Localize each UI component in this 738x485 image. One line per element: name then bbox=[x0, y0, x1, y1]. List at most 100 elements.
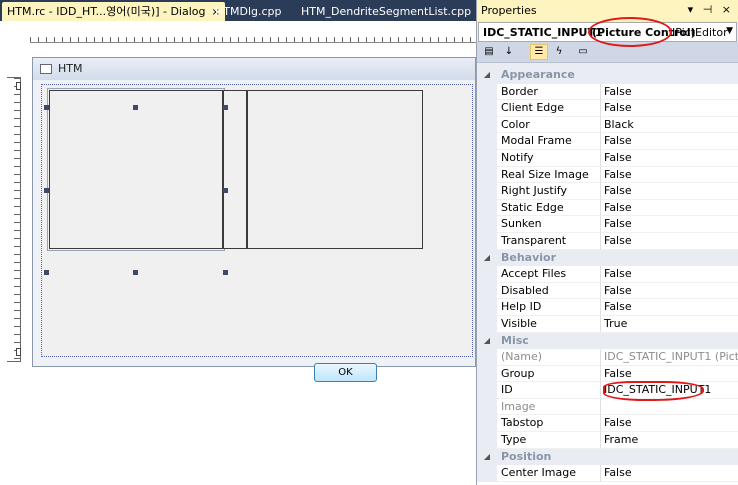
ok-button[interactable]: OK bbox=[314, 363, 377, 382]
property-pages-icon[interactable]: ▭ bbox=[574, 44, 592, 60]
property-value[interactable]: False bbox=[601, 283, 738, 300]
tab-label: HTMDlg.cpp bbox=[215, 5, 282, 18]
property-value[interactable]: False bbox=[601, 299, 738, 316]
property-row[interactable]: Modal Frame False bbox=[477, 133, 738, 150]
property-name: ID bbox=[497, 382, 601, 399]
property-value[interactable]: False bbox=[601, 200, 738, 217]
property-row[interactable]: Type Frame bbox=[477, 432, 738, 449]
tab-htm-dendritesegmentlist-cpp[interactable]: HTM_DendriteSegmentList.cpp bbox=[296, 2, 476, 21]
row-gutter bbox=[477, 216, 497, 233]
property-row[interactable]: Client Edge False bbox=[477, 100, 738, 117]
property-value[interactable]: False bbox=[601, 465, 738, 482]
property-row[interactable]: Sunken False bbox=[477, 216, 738, 233]
property-value[interactable] bbox=[601, 399, 738, 416]
resize-handle[interactable] bbox=[223, 188, 228, 193]
tab-htm-rc-dialog[interactable]: HTM.rc - IDD_HT...영어(미국)] - Dialog × bbox=[2, 2, 225, 21]
object-name: IDC_STATIC_INPUT1 bbox=[483, 26, 603, 39]
property-value[interactable]: False bbox=[601, 233, 738, 250]
resize-handle[interactable] bbox=[44, 188, 49, 193]
property-value[interactable]: False bbox=[601, 415, 738, 433]
dialog-preview[interactable]: HTM OK bbox=[32, 57, 476, 382]
property-value[interactable]: False bbox=[601, 100, 738, 117]
property-name: Disabled bbox=[497, 282, 601, 300]
property-row[interactable]: Disabled False bbox=[477, 282, 738, 300]
property-value[interactable]: False bbox=[601, 167, 738, 184]
property-row[interactable]: Visible True bbox=[477, 315, 738, 333]
ruler-guide-marker[interactable] bbox=[16, 82, 21, 90]
category-label: Position bbox=[501, 449, 552, 463]
property-row[interactable]: (Name)IDC_STATIC_INPUT1 (Picture Control… bbox=[477, 349, 738, 366]
property-row[interactable]: Tabstop False bbox=[477, 415, 738, 433]
tab-htmdlg-cpp[interactable]: HTMDlg.cpp bbox=[210, 2, 287, 21]
collapse-icon[interactable]: ◢ bbox=[477, 249, 497, 267]
collapse-icon[interactable]: ◢ bbox=[477, 67, 497, 84]
chevron-down-icon[interactable]: ▼ bbox=[726, 26, 733, 36]
property-value[interactable]: IDC_STATIC_INPUT1 (Picture Control) bbox=[601, 349, 738, 366]
property-row[interactable]: Help ID False bbox=[477, 299, 738, 316]
tab-label: HTM_DendriteSegmentList.cpp bbox=[301, 5, 472, 18]
property-name: Static Edge bbox=[497, 199, 601, 217]
property-value[interactable]: False bbox=[601, 84, 738, 101]
property-value[interactable]: False bbox=[601, 366, 738, 383]
property-row[interactable]: Color Black bbox=[477, 116, 738, 134]
property-row[interactable]: Transparent False bbox=[477, 232, 738, 250]
properties-title: Properties bbox=[481, 4, 537, 17]
alphabetical-sort-icon[interactable]: ↓ bbox=[500, 44, 518, 60]
resize-handle[interactable] bbox=[44, 105, 49, 110]
resize-handle[interactable] bbox=[223, 270, 228, 275]
ruler-guide-marker[interactable] bbox=[16, 348, 21, 356]
property-row[interactable]: ID IDC_STATIC_INPUT1 bbox=[477, 382, 738, 399]
collapse-icon[interactable]: ◢ bbox=[477, 448, 497, 466]
property-category[interactable]: ◢ Behavior bbox=[477, 249, 738, 267]
categorized-icon[interactable]: ▤ bbox=[480, 44, 498, 60]
properties-view-icon[interactable]: ☰ bbox=[530, 44, 548, 60]
property-row[interactable]: Real Size Image False bbox=[477, 166, 738, 184]
property-row[interactable]: Group False bbox=[477, 365, 738, 383]
property-value[interactable]: False bbox=[601, 266, 738, 283]
property-row[interactable]: Accept Files False bbox=[477, 266, 738, 283]
property-row[interactable]: Center Image False bbox=[477, 465, 738, 482]
property-value[interactable]: False bbox=[601, 150, 738, 167]
property-name: Modal Frame bbox=[497, 133, 601, 150]
row-gutter bbox=[477, 382, 497, 399]
property-value[interactable]: Frame bbox=[601, 432, 738, 449]
property-value[interactable]: True bbox=[601, 316, 738, 333]
collapse-icon[interactable]: ◢ bbox=[477, 332, 497, 350]
property-row[interactable]: Right Justify False bbox=[477, 183, 738, 200]
picture-control-input1[interactable] bbox=[49, 90, 223, 249]
property-row[interactable]: Static Edge False bbox=[477, 199, 738, 217]
events-lightning-icon[interactable]: ϟ bbox=[550, 44, 568, 60]
resize-handle[interactable] bbox=[133, 270, 138, 275]
property-value[interactable]: False bbox=[601, 133, 738, 150]
row-gutter bbox=[477, 100, 497, 117]
row-gutter bbox=[477, 83, 497, 101]
resize-handle[interactable] bbox=[223, 105, 228, 110]
property-name: Notify bbox=[497, 149, 601, 167]
property-row[interactable]: Notify False bbox=[477, 149, 738, 167]
panel-window-buttons[interactable]: ▾ ⊣ × bbox=[688, 3, 734, 16]
picture-control-separator[interactable] bbox=[223, 90, 247, 249]
resize-handle[interactable] bbox=[44, 270, 49, 275]
property-name: Sunken bbox=[497, 216, 601, 233]
property-category[interactable]: ◢ Misc bbox=[477, 332, 738, 350]
property-category[interactable]: ◢ Appearance bbox=[477, 67, 738, 84]
property-name: Border bbox=[497, 83, 601, 101]
property-value[interactable]: False bbox=[601, 183, 738, 200]
property-name: Right Justify bbox=[497, 183, 601, 200]
picture-control-output[interactable] bbox=[247, 90, 423, 249]
property-category[interactable]: ◢ Position bbox=[477, 448, 738, 466]
property-name: Color bbox=[497, 116, 601, 134]
property-value[interactable]: IDC_STATIC_INPUT1 bbox=[601, 382, 738, 399]
row-gutter bbox=[477, 365, 497, 383]
property-value[interactable]: Black bbox=[601, 117, 738, 134]
properties-panel: Properties ▾ ⊣ × IDC_STATIC_INPUT1 (Pict… bbox=[476, 0, 738, 485]
resize-handle[interactable] bbox=[133, 105, 138, 110]
row-gutter bbox=[477, 116, 497, 134]
property-name: Help ID bbox=[497, 299, 601, 316]
property-row[interactable]: Image bbox=[477, 398, 738, 416]
object-selector[interactable]: IDC_STATIC_INPUT1 (Picture Control) IPic… bbox=[478, 22, 737, 42]
resource-editor: HTM OK bbox=[0, 21, 476, 485]
row-gutter bbox=[477, 166, 497, 184]
property-row[interactable]: Border False bbox=[477, 83, 738, 101]
property-value[interactable]: False bbox=[601, 216, 738, 233]
